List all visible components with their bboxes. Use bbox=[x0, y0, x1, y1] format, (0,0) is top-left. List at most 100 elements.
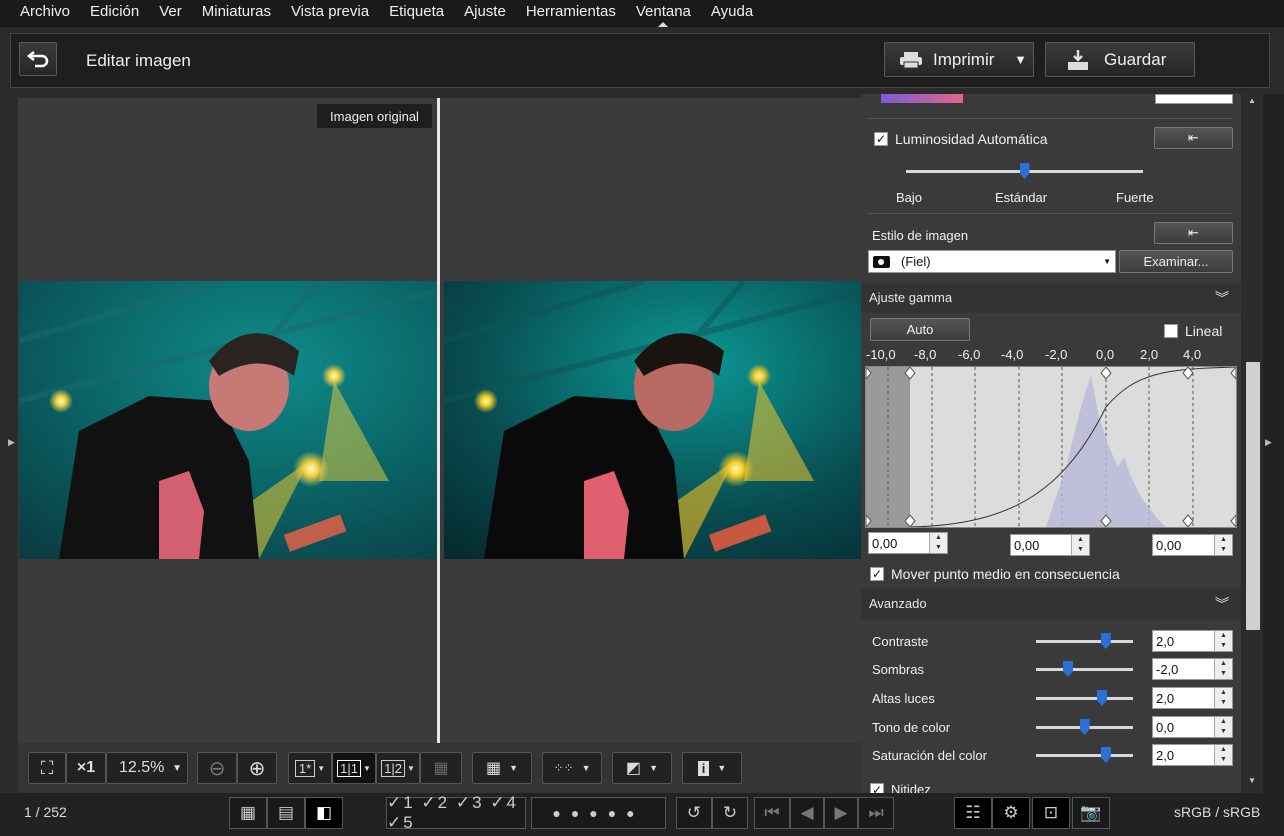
camera-button[interactable]: 📷 bbox=[1072, 797, 1110, 829]
spinner-arrows-icon[interactable]: ▲ ▼ bbox=[1071, 535, 1089, 555]
menu-archivo[interactable]: Archivo bbox=[10, 0, 80, 27]
advanced-value-field[interactable]: 0,0 ▲ ▼ bbox=[1152, 716, 1233, 738]
scroll-up-icon[interactable]: ▲ bbox=[1248, 96, 1256, 105]
print-button[interactable]: Imprimir ▼ bbox=[884, 42, 1034, 77]
sync-view-button[interactable]: ▦ bbox=[420, 752, 462, 784]
chevron-down-icon[interactable]: ▼ bbox=[1014, 52, 1027, 67]
menu-ayuda[interactable]: Ayuda bbox=[701, 0, 763, 27]
advanced-slider-track[interactable] bbox=[1036, 668, 1133, 671]
menu-miniaturas[interactable]: Miniaturas bbox=[192, 0, 281, 27]
star-rating-buttons[interactable]: ●●●●● bbox=[531, 797, 666, 829]
gamma-black-field[interactable]: 0,00 ▲ ▼ bbox=[868, 532, 948, 554]
advanced-value-field[interactable]: 2,0 ▲ ▼ bbox=[1152, 630, 1233, 652]
last-image-icon: ⏭ bbox=[868, 803, 884, 822]
chevron-down-icon: ▼ bbox=[362, 763, 371, 773]
advanced-value-field[interactable]: 2,0 ▲ ▼ bbox=[1152, 744, 1233, 766]
gamma-histogram[interactable] bbox=[865, 365, 1237, 529]
zoom-in-button[interactable]: ⊕ bbox=[237, 752, 277, 784]
filmstrip-button[interactable]: ▤ bbox=[267, 797, 305, 829]
advanced-value-field[interactable]: -2,0 ▲ ▼ bbox=[1152, 658, 1233, 680]
auto-luminosity-reset-button[interactable]: ⇤ bbox=[1154, 127, 1233, 149]
last-image-button[interactable]: ⏭ bbox=[858, 797, 894, 829]
spinner-arrows-icon[interactable]: ▲ ▼ bbox=[1214, 717, 1232, 737]
menu-ajuste[interactable]: Ajuste bbox=[454, 0, 516, 27]
af-points-button[interactable]: ⁘⁘ ▼ bbox=[542, 752, 602, 784]
panel-scrollbar[interactable]: ▲ ▼ bbox=[1243, 94, 1263, 793]
picture-style-reset-button[interactable]: ⇤ bbox=[1154, 222, 1233, 244]
spinner-arrows-icon[interactable]: ▲ ▼ bbox=[929, 533, 947, 553]
edit-layout-icon: ◧ bbox=[315, 803, 333, 822]
menu-edicion[interactable]: Edición bbox=[80, 0, 149, 27]
info-icon: i bbox=[697, 760, 710, 776]
sharpness-checkbox[interactable]: ✓ bbox=[870, 783, 884, 793]
advanced-slider-thumb[interactable] bbox=[1100, 747, 1111, 763]
edit-layout-button[interactable]: ◧ bbox=[305, 797, 343, 829]
save-button[interactable]: Guardar bbox=[1045, 42, 1195, 77]
menu-vista-previa[interactable]: Vista previa bbox=[281, 0, 379, 27]
fit-screen-button[interactable]: ⛶ bbox=[28, 752, 66, 784]
rotate-right-button[interactable]: ↻ bbox=[712, 797, 748, 829]
menu-herramientas[interactable]: Herramientas bbox=[516, 0, 626, 27]
compare-view-button[interactable]: 1|1 ▼ bbox=[332, 752, 376, 784]
tool-palette-button[interactable]: ☷ bbox=[954, 797, 992, 829]
prev-image-button[interactable]: ◀ bbox=[790, 797, 824, 829]
scroll-down-icon[interactable]: ▼ bbox=[1248, 776, 1256, 785]
spinner-arrows-icon[interactable]: ▲ ▼ bbox=[1214, 688, 1232, 708]
partial-spin-field[interactable] bbox=[1155, 94, 1233, 104]
spinner-arrows-icon[interactable]: ▲ ▼ bbox=[1214, 535, 1232, 555]
next-image-button[interactable]: ▶ bbox=[824, 797, 858, 829]
highlight-warning-button[interactable]: ◩ ▼ bbox=[612, 752, 672, 784]
grid-button[interactable]: ▦ ▼ bbox=[472, 752, 532, 784]
first-image-button[interactable]: ⏮ bbox=[754, 797, 790, 829]
thumbnail-grid-button[interactable]: ▦ bbox=[229, 797, 267, 829]
back-arrow-icon bbox=[27, 51, 49, 68]
advanced-title: Avanzado bbox=[869, 596, 927, 611]
zoom-out-button[interactable]: ⊖ bbox=[197, 752, 237, 784]
zoom-1x-button[interactable]: ×1 bbox=[66, 752, 106, 784]
right-panel-toggle-icon[interactable]: ▶ bbox=[1265, 437, 1272, 448]
gamma-section-header[interactable]: Ajuste gamma ︾ bbox=[861, 283, 1241, 313]
rating-buttons[interactable]: ✓1 ✓2 ✓3 ✓4 ✓5 bbox=[386, 793, 526, 832]
advanced-slider-thumb[interactable] bbox=[1100, 633, 1111, 649]
spinner-arrows-icon[interactable]: ▲ ▼ bbox=[1214, 745, 1232, 765]
crop-button[interactable]: ⊡ bbox=[1032, 797, 1070, 829]
gamma-auto-button[interactable]: Auto bbox=[870, 318, 970, 341]
info-button[interactable]: i ▼ bbox=[682, 752, 742, 784]
left-panel-toggle-icon[interactable]: ▶ bbox=[8, 437, 15, 448]
menu-ventana[interactable]: Ventana bbox=[626, 0, 701, 27]
advanced-slider-thumb[interactable] bbox=[1063, 661, 1073, 677]
single-view-button[interactable]: 1* ▼ bbox=[288, 752, 332, 784]
zoom-select[interactable]: 12.5% ▼ bbox=[106, 752, 188, 784]
advanced-slider-thumb[interactable] bbox=[1079, 719, 1090, 735]
linear-checkbox[interactable] bbox=[1164, 324, 1178, 338]
gamma-mid-field[interactable]: 0,00 ▲ ▼ bbox=[1010, 534, 1090, 556]
picture-style-select[interactable]: (Fiel) ▼ bbox=[868, 250, 1116, 273]
advanced-slider-track[interactable] bbox=[1036, 697, 1133, 700]
spinner-arrows-icon[interactable]: ▲ ▼ bbox=[1214, 659, 1232, 679]
auto-luminosity-checkbox[interactable]: ✓ bbox=[874, 132, 888, 146]
advanced-slider-track[interactable] bbox=[1036, 754, 1133, 757]
move-midpoint-checkbox[interactable]: ✓ bbox=[870, 567, 884, 581]
menu-etiqueta[interactable]: Etiqueta bbox=[379, 0, 454, 27]
compare-divider[interactable] bbox=[437, 98, 440, 743]
auto-luminosity-thumb[interactable] bbox=[1019, 163, 1030, 179]
side-by-side-button[interactable]: 1|2 ▼ bbox=[376, 752, 420, 784]
rating-dots-icon: ●●●●● bbox=[552, 805, 645, 821]
rotate-left-button[interactable]: ↺ bbox=[676, 797, 712, 829]
spinner-arrows-icon[interactable]: ▲ ▼ bbox=[1214, 631, 1232, 651]
color-gradient-bar bbox=[881, 94, 963, 103]
scroll-thumb[interactable] bbox=[1246, 362, 1260, 630]
advanced-slider-track[interactable] bbox=[1036, 640, 1133, 643]
gamma-tick: 4,0 bbox=[1183, 347, 1202, 362]
gamma-white-field[interactable]: 0,00 ▲ ▼ bbox=[1152, 534, 1233, 556]
advanced-section-header[interactable]: Avanzado ︾ bbox=[861, 589, 1241, 619]
advanced-value-field[interactable]: 2,0 ▲ ▼ bbox=[1152, 687, 1233, 709]
image-tools-button[interactable]: ⚙ bbox=[992, 797, 1030, 829]
gamma-tick: -8,0 bbox=[914, 347, 937, 362]
back-button[interactable] bbox=[19, 42, 57, 76]
gamma-white-value: 0,00 bbox=[1156, 537, 1182, 553]
browse-button[interactable]: Examinar... bbox=[1119, 250, 1233, 273]
advanced-value: -2,0 bbox=[1156, 661, 1179, 677]
advanced-slider-thumb[interactable] bbox=[1096, 690, 1107, 706]
menu-ver[interactable]: Ver bbox=[149, 0, 192, 27]
